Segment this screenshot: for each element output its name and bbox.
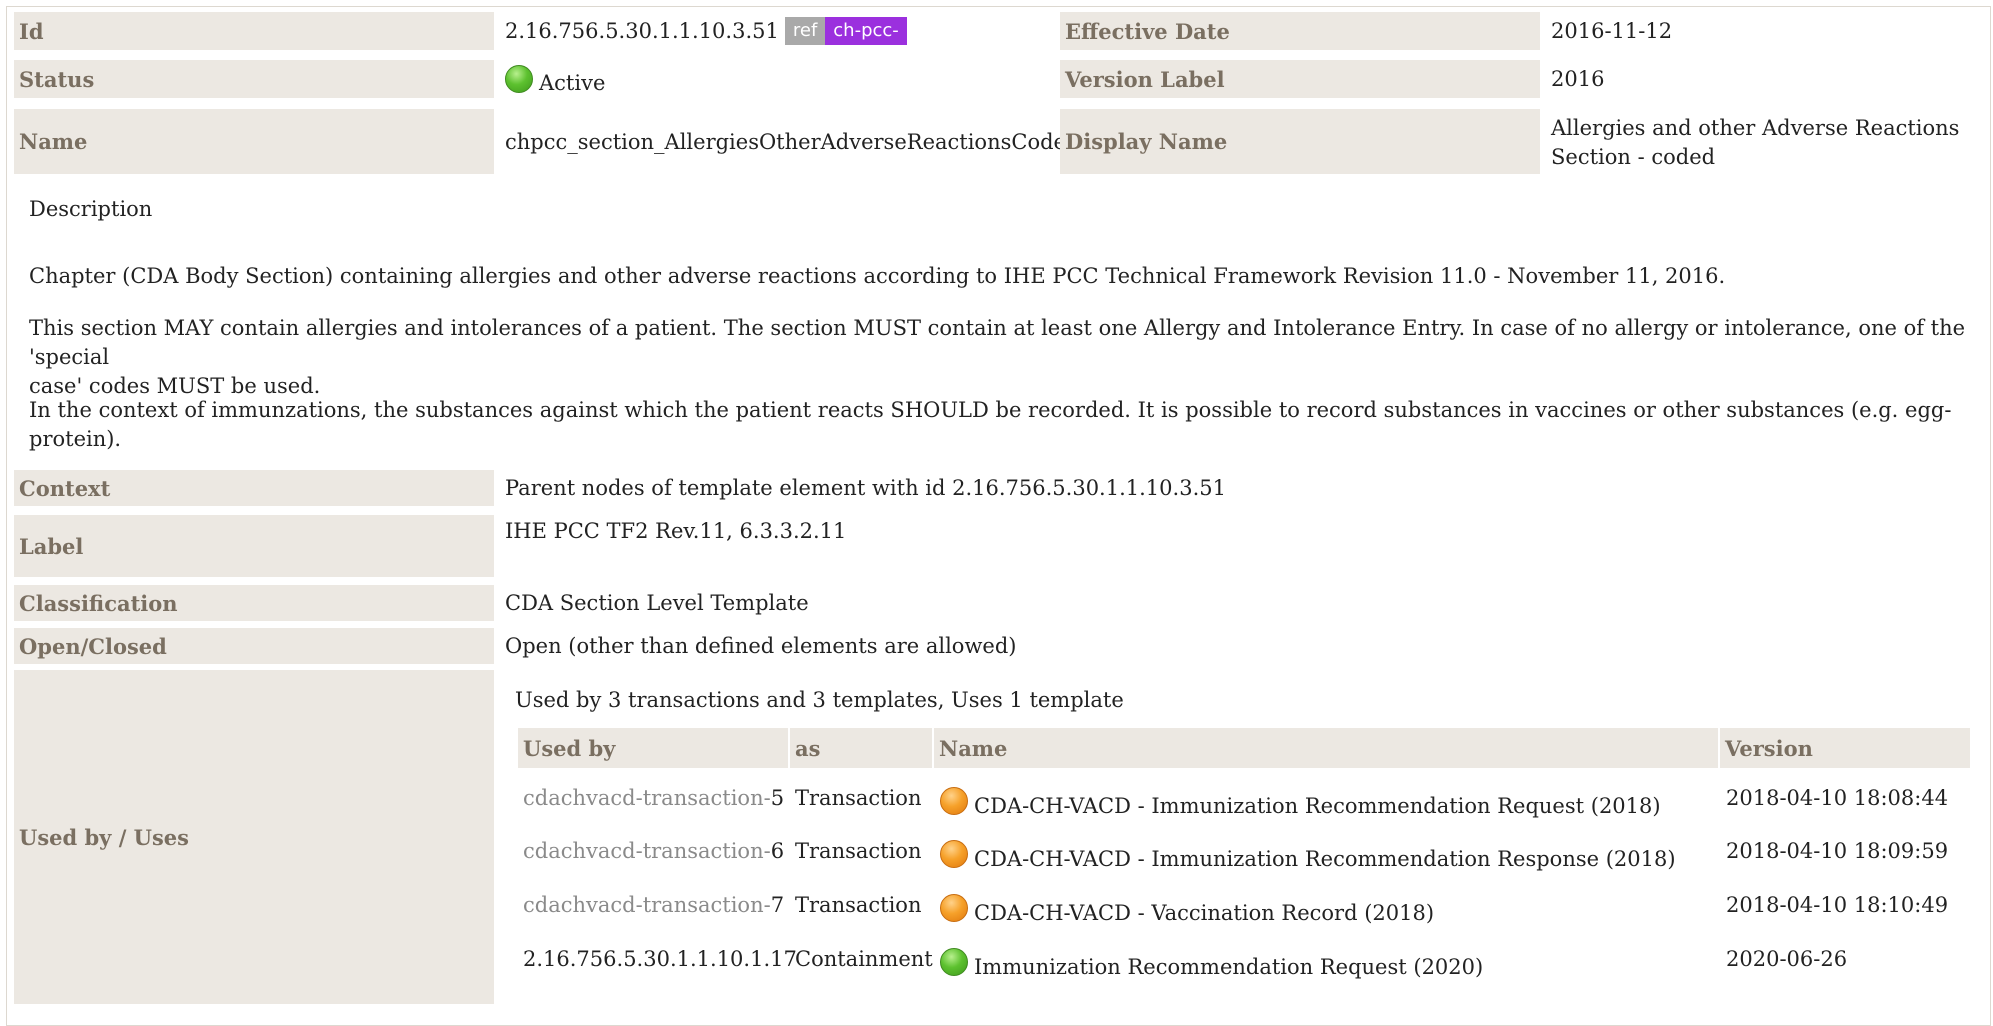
usage-name: CDA-CH-VACD - Immunization Recommendatio… [974, 847, 1676, 871]
description-heading: Description [29, 197, 153, 221]
id-value[interactable]: 2.16.756.5.30.1.1.10.3.51 [505, 19, 779, 43]
usage-type: Transaction [795, 839, 922, 863]
usage-name: CDA-CH-VACD - Vaccination Record (2018) [974, 901, 1435, 925]
usage-name-cell[interactable]: CDA-CH-VACD - Immunization Recommendatio… [940, 833, 1676, 875]
description-paragraph: In the context of immunzations, the subs… [29, 398, 1952, 451]
label-label: Label [14, 515, 494, 577]
used-by-link[interactable]: 2.16.756.5.30.1.1.10.1.17 [523, 941, 797, 977]
context-label: Context [14, 470, 494, 506]
display-name-line: Section - coded [1551, 145, 1716, 169]
used-by-prefix: cdachvacd-transaction- [523, 786, 771, 810]
usage-type: Containment [795, 947, 933, 971]
display-name-value: Allergies and other Adverse Reactions Se… [1551, 114, 1981, 174]
used-by-link[interactable]: cdachvacd-transaction- 6 [523, 833, 784, 869]
description-paragraph: This section MAY contain allergies and i… [29, 314, 1969, 401]
usage-name: CDA-CH-VACD - Immunization Recommendatio… [974, 794, 1661, 818]
effective-date-label: Effective Date [1060, 12, 1540, 50]
usage-version: 2018-04-10 18:08:44 [1726, 786, 1949, 810]
status-pending-icon [940, 840, 968, 868]
version-label-label: Version Label [1060, 60, 1540, 98]
usage-name-cell[interactable]: Immunization Recommendation Request (202… [940, 941, 1483, 983]
column-header-as: as [790, 728, 932, 768]
used-by-prefix: cdachvacd-transaction- [523, 893, 771, 917]
usage-version: 2018-04-10 18:09:59 [1726, 839, 1949, 863]
usage-type: Transaction [795, 893, 922, 917]
used-by-link[interactable]: cdachvacd-transaction- 7 [523, 887, 784, 923]
name-label: Name [14, 109, 494, 174]
column-header-name: Name [934, 728, 1718, 768]
used-by-prefix: cdachvacd-transaction- [523, 839, 771, 863]
usage-name: Immunization Recommendation Request (202… [974, 955, 1484, 979]
used-by-number: 7 [770, 893, 785, 917]
context-value: Parent nodes of template element with id… [505, 476, 1226, 500]
prefix-badge: ch-pcc- [825, 17, 907, 45]
classification-value: CDA Section Level Template [505, 591, 809, 615]
open-closed-value: Open (other than defined elements are al… [505, 634, 1017, 658]
description-paragraph: Chapter (CDA Body Section) containing al… [29, 264, 1726, 288]
usage-name-cell[interactable]: CDA-CH-VACD - Vaccination Record (2018) [940, 887, 1434, 929]
usage-summary: Used by 3 transactions and 3 templates, … [515, 688, 1124, 712]
display-name-label: Display Name [1060, 109, 1540, 174]
display-name-line: Allergies and other Adverse Reactions [1551, 116, 1960, 140]
classification-label: Classification [14, 585, 494, 621]
status-pending-icon [940, 894, 968, 922]
status-label: Status [14, 60, 494, 98]
name-value: chpcc_section_AllergiesOtherAdverseReact… [505, 129, 1080, 154]
usage-type: Transaction [795, 786, 922, 810]
status-active-icon [505, 65, 533, 93]
used-by-label: Used by / Uses [14, 670, 494, 1004]
ref-badge: ref [784, 17, 826, 45]
status-value: Active [539, 71, 606, 95]
id-value-cell: 2.16.756.5.30.1.1.10.3.51 ref ch-pcc- [499, 12, 1059, 50]
used-by-number: 6 [770, 839, 785, 863]
effective-date-value: 2016-11-12 [1551, 19, 1673, 43]
description-line: This section MAY contain allergies and i… [29, 316, 1966, 369]
status-pending-icon [940, 787, 968, 815]
used-by-link[interactable]: cdachvacd-transaction- 5 [523, 780, 784, 816]
id-label: Id [14, 12, 494, 50]
usage-version: 2020-06-26 [1726, 947, 1848, 971]
usage-name-cell[interactable]: CDA-CH-VACD - Immunization Recommendatio… [940, 780, 1661, 822]
used-by-number: 5 [770, 786, 785, 810]
open-closed-label: Open/Closed [14, 628, 494, 664]
version-label-value: 2016 [1551, 67, 1605, 91]
used-by-number: 2.16.756.5.30.1.1.10.1.17 [523, 947, 797, 971]
usage-version: 2018-04-10 18:10:49 [1726, 893, 1949, 917]
column-header-version: Version [1720, 728, 1970, 768]
column-header-used-by: Used by [518, 728, 788, 768]
status-active-icon [940, 948, 968, 976]
label-value: IHE PCC TF2 Rev.11, 6.3.3.2.11 [505, 519, 847, 543]
status-value-cell: Active [499, 60, 1059, 98]
